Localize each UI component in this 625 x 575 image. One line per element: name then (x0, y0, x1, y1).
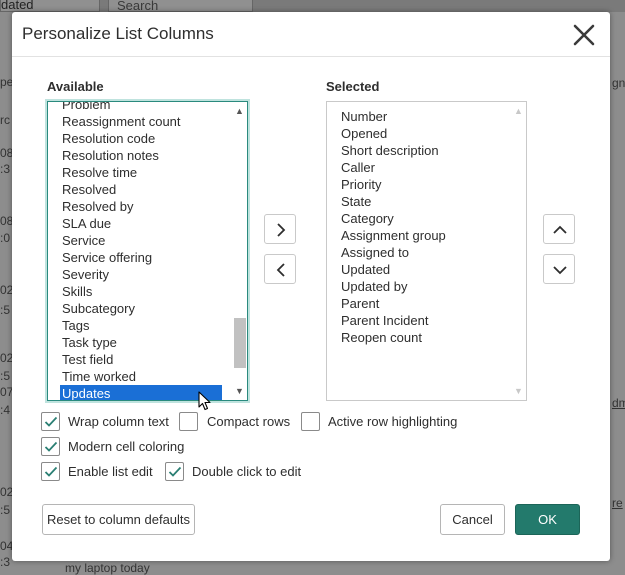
compact-rows-label: Compact rows (207, 414, 291, 429)
selected-column-item[interactable]: Parent Incident (339, 312, 428, 329)
background-filter-value: dated (1, 0, 34, 12)
available-label: Available (47, 79, 104, 94)
dialog-header: Personalize List Columns (12, 12, 610, 57)
background-right-fragment: dm (612, 396, 625, 410)
cancel-button[interactable]: Cancel (440, 504, 505, 535)
available-column-item[interactable]: Resolve time (60, 164, 137, 181)
background-search: Search (108, 0, 253, 13)
available-column-item[interactable]: Tags (60, 317, 89, 334)
available-column-item[interactable]: Resolved (60, 181, 116, 198)
selected-column-item[interactable]: Parent (339, 295, 379, 312)
wrap-column-text-label: Wrap column text (68, 414, 169, 429)
checkmark-icon (44, 441, 58, 452)
double-click-to-edit-label: Double click to edit (192, 464, 302, 479)
selected-column-item[interactable]: Category (339, 210, 394, 227)
mouse-cursor-icon (198, 391, 211, 411)
available-column-item[interactable]: Test field (60, 351, 113, 368)
available-column-item[interactable]: Task type (60, 334, 117, 351)
chevron-left-icon (276, 263, 285, 277)
background-right-fragment: gn (612, 76, 625, 90)
available-column-item[interactable]: Subcategory (60, 300, 135, 317)
background-left-fragment: :3 (0, 555, 11, 569)
move-up-button[interactable] (543, 214, 575, 244)
available-column-item[interactable]: Time worked (60, 368, 136, 385)
enable-list-edit-checkbox[interactable] (41, 462, 60, 481)
background-right-edge (610, 12, 625, 575)
background-left-fragment: :0 (0, 231, 11, 245)
chevron-right-icon (277, 223, 286, 237)
available-column-item[interactable]: Reassignment count (60, 113, 181, 130)
checkmark-icon (168, 466, 182, 477)
selected-columns-list[interactable]: Reopen count Parent Incident Parent Updated… (326, 101, 527, 401)
selected-column-item[interactable]: Priority (339, 176, 381, 193)
selected-column-item[interactable]: Updated (339, 261, 390, 278)
selected-column-item[interactable]: Short description (339, 142, 439, 159)
available-column-item[interactable]: Skills (60, 283, 92, 300)
selected-column-item[interactable]: Assigned to (339, 244, 409, 261)
background-left-fragment: rc (0, 113, 10, 127)
selected-column-item[interactable]: Number (339, 108, 387, 125)
scroll-up-arrow[interactable]: ▲ (513, 106, 524, 116)
available-column-item[interactable]: Resolution notes (60, 147, 159, 164)
available-column-item[interactable]: Problem (60, 102, 110, 113)
chevron-up-icon (553, 225, 567, 234)
background-right-fragment: re (612, 496, 623, 510)
dialog-title: Personalize List Columns (22, 24, 214, 43)
background-bottom-text: my laptop today (65, 561, 150, 575)
available-column-item[interactable]: Service (60, 232, 105, 249)
active-row-highlighting-checkbox[interactable] (301, 412, 320, 431)
double-click-to-edit-checkbox[interactable] (165, 462, 184, 481)
background-bottom-row: my laptop today (0, 561, 625, 575)
selected-column-item[interactable]: Updated by (339, 278, 408, 295)
checkmark-icon (44, 416, 58, 427)
background-left-fragment: :5 (0, 503, 11, 517)
compact-rows-checkbox[interactable] (179, 412, 198, 431)
selected-column-item[interactable]: State (339, 193, 371, 210)
available-column-item[interactable]: Service offering (60, 249, 152, 266)
background-left-fragment: :5 (0, 303, 11, 317)
available-columns-list[interactable]: Updates Time worked Test field Task type Tag… (47, 101, 248, 401)
chevron-down-icon (553, 266, 567, 275)
move-down-button[interactable] (543, 254, 575, 284)
background-left-fragment: :3 (0, 162, 11, 176)
available-column-item[interactable]: SLA due (60, 215, 111, 232)
available-column-item[interactable]: Severity (60, 266, 109, 283)
background-filter-select: dated (0, 0, 100, 12)
active-row-highlighting-label: Active row highlighting (328, 414, 458, 429)
scroll-thumb[interactable] (234, 317, 246, 368)
selected-column-item[interactable]: Assignment group (339, 227, 446, 244)
modern-cell-coloring-checkbox[interactable] (41, 437, 60, 456)
selected-scrollbar[interactable]: ▲ ▼ (511, 102, 526, 400)
selected-label: Selected (326, 79, 380, 94)
scroll-up-arrow[interactable]: ▲ (234, 106, 245, 116)
modern-cell-coloring-label: Modern cell coloring (68, 439, 185, 454)
selected-column-item[interactable]: Opened (339, 125, 387, 142)
available-column-item[interactable]: Resolution code (60, 130, 155, 147)
reset-to-column-defaults-button[interactable]: Reset to column defaults (42, 504, 195, 535)
background-left-fragment: :5 (0, 369, 11, 383)
selected-column-item[interactable]: Reopen count (339, 329, 422, 346)
selected-column-item[interactable]: Caller (339, 159, 375, 176)
checkmark-icon (44, 466, 58, 477)
close-button[interactable] (570, 21, 598, 49)
ok-button[interactable]: OK (515, 504, 580, 535)
enable-list-edit-label: Enable list edit (68, 464, 153, 479)
close-icon (573, 24, 595, 46)
available-column-item[interactable]: Resolved by (60, 198, 134, 215)
add-column-button[interactable] (264, 214, 296, 244)
background-left-fragment: :4 (0, 403, 11, 417)
scroll-down-arrow[interactable]: ▼ (513, 386, 524, 396)
personalize-list-columns-dialog: Personalize List Columns Available Selec… (12, 12, 610, 561)
remove-column-button[interactable] (264, 254, 296, 284)
wrap-column-text-checkbox[interactable] (41, 412, 60, 431)
available-scrollbar[interactable]: ▲ ▼ (232, 102, 247, 400)
scroll-down-arrow[interactable]: ▼ (234, 386, 245, 396)
